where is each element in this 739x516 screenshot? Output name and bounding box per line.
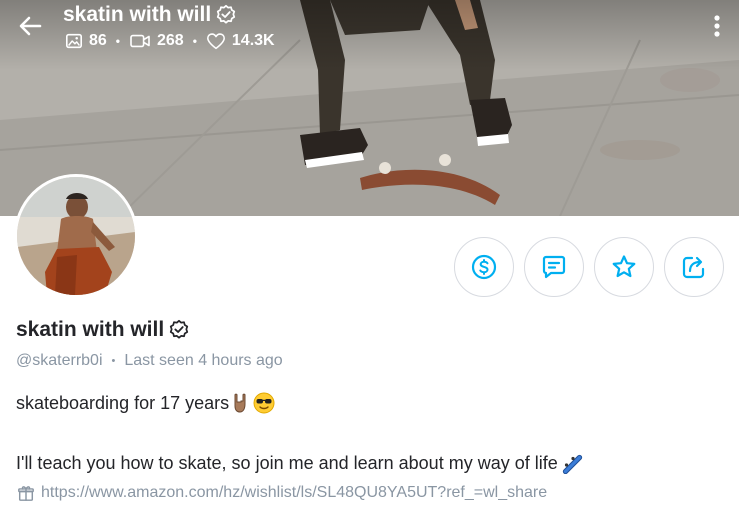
avatar[interactable] [14,174,138,298]
header-stats: 86 • 268 • 14.3K [65,32,275,50]
gift-icon [18,486,34,501]
stat-likes-count: 14.3K [231,32,275,49]
wishlist-link[interactable]: https://www.amazon.com/hz/wishlist/ls/SL… [41,484,547,502]
star-icon [612,255,636,278]
profile-name: skatin with will [16,318,190,342]
top-bar: skatin with will 86 • 268 • 14.3K [0,0,739,60]
more-vertical-icon [714,15,720,37]
avatar-photo [17,177,135,295]
rock-on-hand-emoji-icon [231,392,251,414]
message-icon [542,255,566,279]
image-icon [65,33,83,49]
bio-line-2: I'll teach you how to skate, so join me … [16,452,584,474]
stat-videos: 268 [129,32,184,50]
handle-row: @skaterrb0i • Last seen 4 hours ago [16,352,283,370]
handle-separator: • [111,355,116,367]
dollar-icon [471,254,497,280]
sunglasses-face-emoji-icon [253,392,275,414]
stat-videos-count: 268 [157,32,184,49]
back-arrow-icon [19,16,42,36]
profile-name-text: skatin with will [16,318,165,341]
stat-photos-count: 86 [89,32,107,49]
verified-badge-icon [170,319,189,339]
bio-line-1-text: skateboarding for 17 years [16,392,230,413]
header-title: skatin with will [63,3,237,27]
back-button[interactable] [14,10,46,42]
wishlist-link-row: https://www.amazon.com/hz/wishlist/ls/SL… [17,484,547,502]
video-icon [130,34,150,48]
tip-button[interactable] [454,237,514,297]
last-seen: Last seen 4 hours ago [124,352,283,369]
stat-likes: 14.3K [206,32,275,50]
bio-line-1: skateboarding for 17 years [16,392,275,414]
stat-photos: 86 [65,32,107,50]
bio-line-2-text: I'll teach you how to skate, so join me … [16,452,558,473]
favorite-button[interactable] [594,237,654,297]
share-icon [682,256,705,279]
message-button[interactable] [524,237,584,297]
profile-actions [454,237,724,297]
stat-separator: • [192,34,197,48]
share-button[interactable] [664,237,724,297]
verified-badge-icon [217,4,236,24]
more-options-button[interactable] [705,12,729,40]
heart-icon [206,33,225,50]
header-title-text: skatin with will [63,3,212,26]
skateboard-emoji-icon [560,452,584,474]
profile-handle: @skaterrb0i [16,352,103,369]
stat-separator: • [115,34,120,48]
